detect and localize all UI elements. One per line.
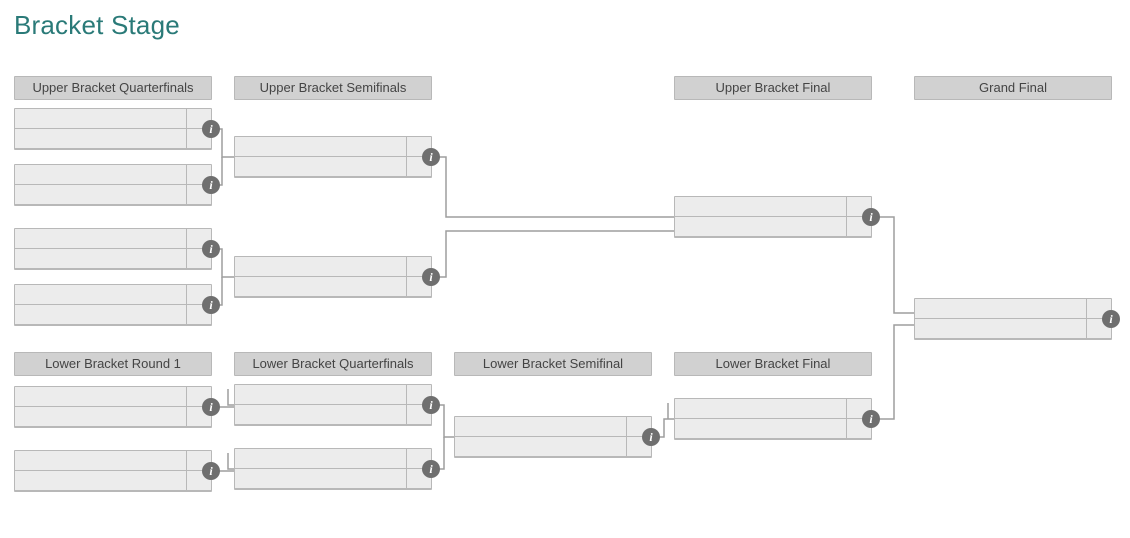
match-row-top xyxy=(235,449,431,469)
header-upper-final: Upper Bracket Final xyxy=(674,76,872,100)
match-row-top xyxy=(455,417,651,437)
match-row-bottom xyxy=(455,437,651,457)
info-icon[interactable]: i xyxy=(203,177,219,193)
match-row-top xyxy=(235,137,431,157)
match-row-top xyxy=(15,229,211,249)
info-icon[interactable]: i xyxy=(203,399,219,415)
match-uqf-3[interactable]: i xyxy=(14,228,212,270)
header-label: Lower Bracket Semifinal xyxy=(483,356,623,371)
match-lsf[interactable]: i xyxy=(454,416,652,458)
match-row-top xyxy=(675,399,871,419)
match-row-bottom xyxy=(235,277,431,297)
score-separator xyxy=(186,451,187,491)
info-icon[interactable]: i xyxy=(643,429,659,445)
match-row-top xyxy=(15,109,211,129)
score-separator xyxy=(846,197,847,237)
match-row-top xyxy=(15,165,211,185)
header-lower-final: Lower Bracket Final xyxy=(674,352,872,376)
score-separator xyxy=(186,229,187,269)
header-label: Lower Bracket Final xyxy=(716,356,831,371)
match-row-bottom xyxy=(675,419,871,439)
match-lbf[interactable]: i xyxy=(674,398,872,440)
match-lqf-2[interactable]: i xyxy=(234,448,432,490)
header-label: Grand Final xyxy=(979,80,1047,95)
match-row-bottom xyxy=(235,469,431,489)
info-icon[interactable]: i xyxy=(203,121,219,137)
match-grand-final[interactable]: i xyxy=(914,298,1112,340)
score-separator xyxy=(186,285,187,325)
score-separator xyxy=(186,387,187,427)
score-separator xyxy=(186,165,187,205)
match-uqf-4[interactable]: i xyxy=(14,284,212,326)
header-upper-semifinals: Upper Bracket Semifinals xyxy=(234,76,432,100)
match-row-bottom xyxy=(915,319,1111,339)
score-separator xyxy=(406,385,407,425)
header-upper-quarterfinals: Upper Bracket Quarterfinals xyxy=(14,76,212,100)
info-icon[interactable]: i xyxy=(423,461,439,477)
match-uqf-2[interactable]: i xyxy=(14,164,212,206)
info-icon[interactable]: i xyxy=(423,149,439,165)
score-separator xyxy=(846,399,847,439)
info-icon[interactable]: i xyxy=(863,209,879,225)
match-usf-2[interactable]: i xyxy=(234,256,432,298)
match-row-top xyxy=(235,257,431,277)
match-ubf[interactable]: i xyxy=(674,196,872,238)
match-row-top xyxy=(675,197,871,217)
match-row-bottom xyxy=(235,405,431,425)
header-lower-quarterfinals: Lower Bracket Quarterfinals xyxy=(234,352,432,376)
match-lr1-1[interactable]: i xyxy=(14,386,212,428)
header-label: Lower Bracket Quarterfinals xyxy=(252,356,413,371)
score-separator xyxy=(406,449,407,489)
match-lqf-1[interactable]: i xyxy=(234,384,432,426)
info-icon[interactable]: i xyxy=(863,411,879,427)
match-row-bottom xyxy=(15,129,211,149)
score-separator xyxy=(186,109,187,149)
header-grand-final: Grand Final xyxy=(914,76,1112,100)
score-separator xyxy=(406,257,407,297)
info-icon[interactable]: i xyxy=(423,397,439,413)
match-uqf-1[interactable]: i xyxy=(14,108,212,150)
match-usf-1[interactable]: i xyxy=(234,136,432,178)
info-icon[interactable]: i xyxy=(203,241,219,257)
match-row-top xyxy=(235,385,431,405)
match-row-bottom xyxy=(15,249,211,269)
match-row-bottom xyxy=(15,185,211,205)
info-icon[interactable]: i xyxy=(203,297,219,313)
info-icon[interactable]: i xyxy=(203,463,219,479)
info-icon[interactable]: i xyxy=(423,269,439,285)
score-separator xyxy=(1086,299,1087,339)
bracket-canvas: Bracket Stage Upper Bracket Quarterfinal… xyxy=(0,0,1130,538)
match-lr1-2[interactable]: i xyxy=(14,450,212,492)
header-label: Upper Bracket Semifinals xyxy=(260,80,407,95)
info-icon[interactable]: i xyxy=(1103,311,1119,327)
match-row-bottom xyxy=(235,157,431,177)
match-row-top xyxy=(915,299,1111,319)
match-row-bottom xyxy=(15,471,211,491)
header-lower-round-1: Lower Bracket Round 1 xyxy=(14,352,212,376)
match-row-bottom xyxy=(15,407,211,427)
match-row-top xyxy=(15,451,211,471)
match-row-bottom xyxy=(675,217,871,237)
score-separator xyxy=(626,417,627,457)
match-row-top xyxy=(15,285,211,305)
header-label: Lower Bracket Round 1 xyxy=(45,356,181,371)
match-row-top xyxy=(15,387,211,407)
match-row-bottom xyxy=(15,305,211,325)
score-separator xyxy=(406,137,407,177)
header-label: Upper Bracket Quarterfinals xyxy=(32,80,193,95)
header-lower-semifinal: Lower Bracket Semifinal xyxy=(454,352,652,376)
header-label: Upper Bracket Final xyxy=(716,80,831,95)
page-title: Bracket Stage xyxy=(14,10,180,41)
